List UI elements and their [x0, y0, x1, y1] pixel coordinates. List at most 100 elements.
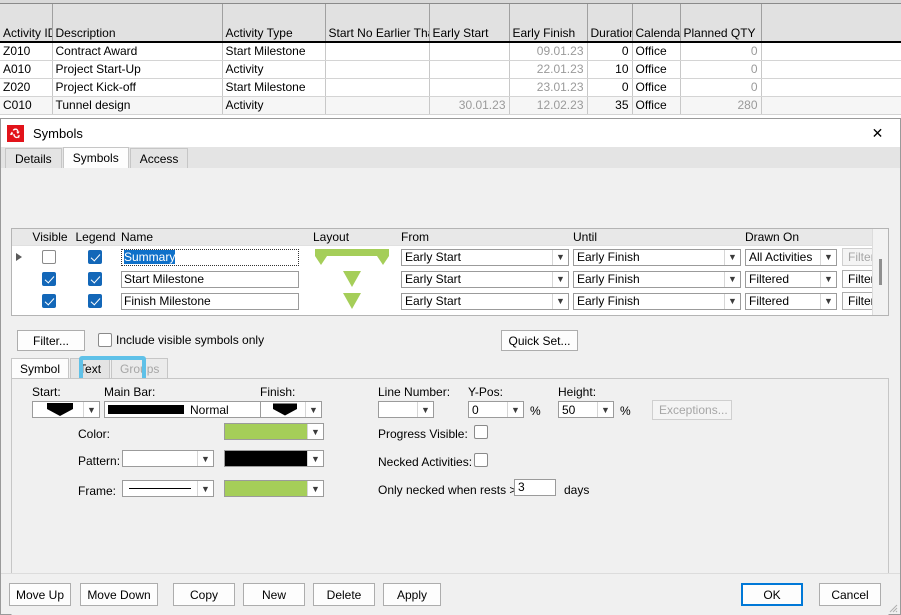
column-header-early-start[interactable]: Early Start — [429, 4, 510, 43]
column-header-activity-type[interactable]: Activity Type — [222, 4, 326, 43]
only-necked-days-input[interactable]: 3 — [514, 479, 556, 496]
visible-checkbox[interactable] — [26, 268, 72, 290]
column-header-empty[interactable] — [761, 4, 901, 43]
resize-grip-icon[interactable] — [886, 601, 898, 613]
inner-tab-text[interactable]: Text — [70, 358, 111, 379]
cell-snet — [325, 60, 430, 79]
symbol-row-start-milestone[interactable]: Start Milestone Early Start ▼ Early Finis… — [12, 268, 872, 290]
cell-planned-qty: 0 — [680, 60, 762, 79]
symbols-grid: Visible Legend Name Layout From Until Dr… — [11, 228, 889, 316]
symbol-name-input[interactable]: Finish Milestone — [117, 290, 307, 312]
cell-duration: 0 — [587, 42, 633, 61]
symbol-inner-tabstrip: Symbol Text Groups — [11, 358, 169, 379]
tab-details[interactable]: Details — [5, 148, 62, 168]
necked-activities-checkbox[interactable] — [474, 453, 488, 467]
move-up-button[interactable]: Move Up — [9, 583, 71, 606]
frame-color-swatch — [225, 481, 307, 496]
table-row[interactable]: Z010 Contract Award Start Milestone 09.0… — [0, 42, 901, 61]
layout-preview-summary-bar — [307, 246, 397, 268]
row-filter-button[interactable]: Filter... — [842, 292, 872, 310]
copy-button[interactable]: Copy — [173, 583, 235, 606]
include-visible-symbols-box[interactable] — [98, 333, 112, 347]
filter-button[interactable]: Filter... — [17, 330, 85, 351]
inner-tab-symbol[interactable]: Symbol — [11, 358, 70, 379]
dialog-body: Visible Legend Name Layout From Until Dr… — [1, 168, 900, 615]
cancel-button[interactable]: Cancel — [819, 583, 881, 606]
cell-activity-id: Z020 — [0, 78, 53, 97]
cell-activity-type: Start Milestone — [222, 78, 326, 97]
symbol-name-input[interactable]: Summary — [117, 246, 307, 268]
column-header-duration[interactable]: Duration — [587, 4, 633, 43]
drawn-on-value: Filtered — [749, 294, 790, 308]
symbols-grid-scrollbar[interactable] — [872, 229, 888, 315]
column-header-planned-qty[interactable]: Planned QTY — [680, 4, 762, 43]
pattern-color-dropdown[interactable]: ▼ — [224, 450, 324, 467]
visible-checkbox[interactable] — [26, 290, 72, 312]
pattern-color-swatch — [225, 451, 307, 466]
height-dropdown[interactable]: 50 ▼ — [558, 401, 614, 418]
cell-description: Project Start-Up — [52, 60, 223, 79]
line-number-dropdown[interactable]: ▼ — [378, 401, 434, 418]
cell-extra — [761, 42, 901, 61]
until-dropdown[interactable]: Early Finish ▼ — [569, 290, 741, 312]
column-header-calendar[interactable]: Calendar — [632, 4, 681, 43]
column-header-start-no-earlier-than[interactable]: Start No Earlier Than — [325, 4, 430, 43]
symbol-name-value: Finish Milestone — [124, 293, 211, 308]
column-header-description[interactable]: Description — [52, 4, 223, 43]
quick-set-button[interactable]: Quick Set... — [501, 330, 578, 351]
close-icon[interactable]: ✕ — [855, 119, 900, 147]
legend-checkbox[interactable] — [72, 290, 117, 312]
pattern-style-dropdown[interactable]: ▼ — [122, 450, 214, 467]
from-dropdown[interactable]: Early Start ▼ — [397, 268, 569, 290]
visible-checkbox[interactable] — [26, 246, 72, 268]
dialog-title: Symbols — [33, 125, 83, 141]
symbol-row-summary[interactable]: Summary Early Start ▼ Early Finish ▼ All… — [12, 246, 872, 268]
row-filter-button[interactable]: Filter... — [842, 248, 872, 266]
inner-tab-groups[interactable]: Groups — [111, 358, 169, 379]
cell-duration: 0 — [587, 78, 633, 97]
frame-color-dropdown[interactable]: ▼ — [224, 480, 324, 497]
legend-checkbox[interactable] — [72, 246, 117, 268]
ok-button[interactable]: OK — [741, 583, 803, 606]
symbol-row-finish-milestone[interactable]: Finish Milestone Early Start ▼ Early Fini… — [12, 290, 872, 312]
apply-button[interactable]: Apply — [383, 583, 441, 606]
new-button[interactable]: New — [243, 583, 305, 606]
until-dropdown[interactable]: Early Finish ▼ — [569, 268, 741, 290]
column-header-activity-id[interactable]: Activity ID — [0, 4, 53, 43]
delete-button[interactable]: Delete — [313, 583, 375, 606]
progress-visible-checkbox[interactable] — [474, 425, 488, 439]
from-value: Early Start — [405, 250, 462, 264]
symbol-name-input[interactable]: Start Milestone — [117, 268, 307, 290]
main-bar-label: Main Bar: — [104, 385, 156, 399]
exceptions-button[interactable]: Exceptions... — [652, 400, 732, 420]
until-dropdown[interactable]: Early Finish ▼ — [569, 246, 741, 268]
table-row[interactable]: Z020 Project Kick-off Start Milestone 23… — [0, 78, 901, 97]
legend-checkbox[interactable] — [72, 268, 117, 290]
main-bar-value: Normal — [190, 402, 229, 417]
cell-calendar: Office — [632, 60, 681, 79]
dialog-titlebar[interactable]: Symbols ✕ — [1, 119, 900, 147]
drawn-on-dropdown[interactable]: All Activities ▼ — [741, 246, 839, 268]
chevron-down-icon: ▼ — [552, 249, 568, 265]
tab-symbols[interactable]: Symbols — [62, 147, 129, 168]
ypos-dropdown[interactable]: 0 ▼ — [468, 401, 524, 418]
column-header-early-finish[interactable]: Early Finish — [509, 4, 588, 43]
table-row[interactable]: C010 Tunnel design Activity 30.01.23 12.… — [0, 96, 901, 115]
color-dropdown[interactable]: ▼ — [224, 423, 324, 440]
from-dropdown[interactable]: Early Start ▼ — [397, 246, 569, 268]
cell-early-finish: 09.01.23 — [509, 42, 588, 61]
only-necked-unit: days — [564, 483, 590, 497]
row-filter-button[interactable]: Filter... — [842, 270, 872, 288]
table-row[interactable]: A010 Project Start-Up Activity 22.01.23 … — [0, 60, 901, 79]
from-dropdown[interactable]: Early Start ▼ — [397, 290, 569, 312]
start-symbol-dropdown[interactable]: ▼ — [32, 401, 100, 418]
drawn-on-dropdown[interactable]: Filtered ▼ — [741, 290, 839, 312]
drawn-on-dropdown[interactable]: Filtered ▼ — [741, 268, 839, 290]
include-visible-symbols-checkbox[interactable]: Include visible symbols only — [98, 333, 264, 347]
finish-symbol-dropdown[interactable]: ▼ — [260, 401, 322, 418]
tab-access[interactable]: Access — [129, 148, 189, 168]
main-bar-dropdown[interactable]: Normal ▼ — [104, 401, 284, 418]
scrollbar-thumb[interactable] — [879, 259, 882, 285]
frame-style-dropdown[interactable]: ▼ — [122, 480, 214, 497]
move-down-button[interactable]: Move Down — [80, 583, 158, 606]
